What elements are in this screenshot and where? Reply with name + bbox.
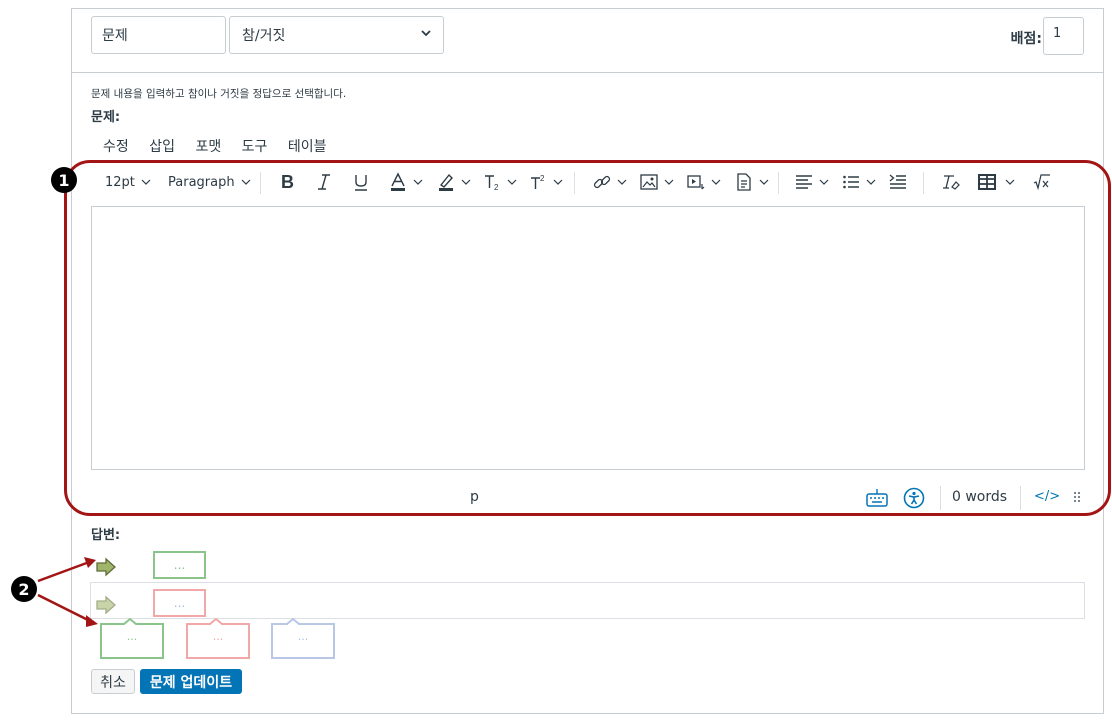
callout-frame-editor: [64, 160, 1111, 516]
menu-tools[interactable]: 도구: [242, 139, 268, 155]
hint-green-text: ...: [126, 630, 138, 643]
question-label: 문제:: [91, 110, 121, 125]
callout-badge-1: 1: [51, 167, 77, 193]
instruction-text: 문제 내용을 입력하고 참이나 거짓을 정답으로 선택합니다.: [91, 88, 347, 100]
menu-table[interactable]: 테이블: [288, 139, 327, 155]
editor-menubar: 수정 삽입 포맷 도구 테이블: [103, 136, 343, 156]
answers-label: 답변:: [91, 528, 121, 543]
menu-edit[interactable]: 수정: [103, 139, 129, 155]
answer-false-box[interactable]: ...: [153, 589, 206, 617]
question-title-input[interactable]: 문제: [91, 16, 226, 54]
chevron-down-icon: [421, 30, 431, 37]
question-type-select[interactable]: 참/거짓: [229, 16, 444, 54]
answer-row: [90, 582, 1085, 619]
menu-insert[interactable]: 삽입: [149, 139, 175, 155]
cancel-button[interactable]: 취소: [91, 669, 135, 694]
points-input[interactable]: 1: [1043, 17, 1084, 55]
hint-blue-text: ...: [297, 630, 309, 643]
menu-format[interactable]: 포맷: [195, 139, 221, 155]
answer-true-box[interactable]: ...: [153, 551, 206, 579]
hint-red-text: ...: [212, 630, 224, 643]
question-type-value: 참/거짓: [242, 28, 286, 44]
update-question-button[interactable]: 문제 업데이트: [140, 669, 242, 694]
callout-2-pointer-lines: [37, 557, 98, 627]
points-label: 배점:: [1010, 31, 1042, 47]
header-divider: [72, 72, 1103, 73]
